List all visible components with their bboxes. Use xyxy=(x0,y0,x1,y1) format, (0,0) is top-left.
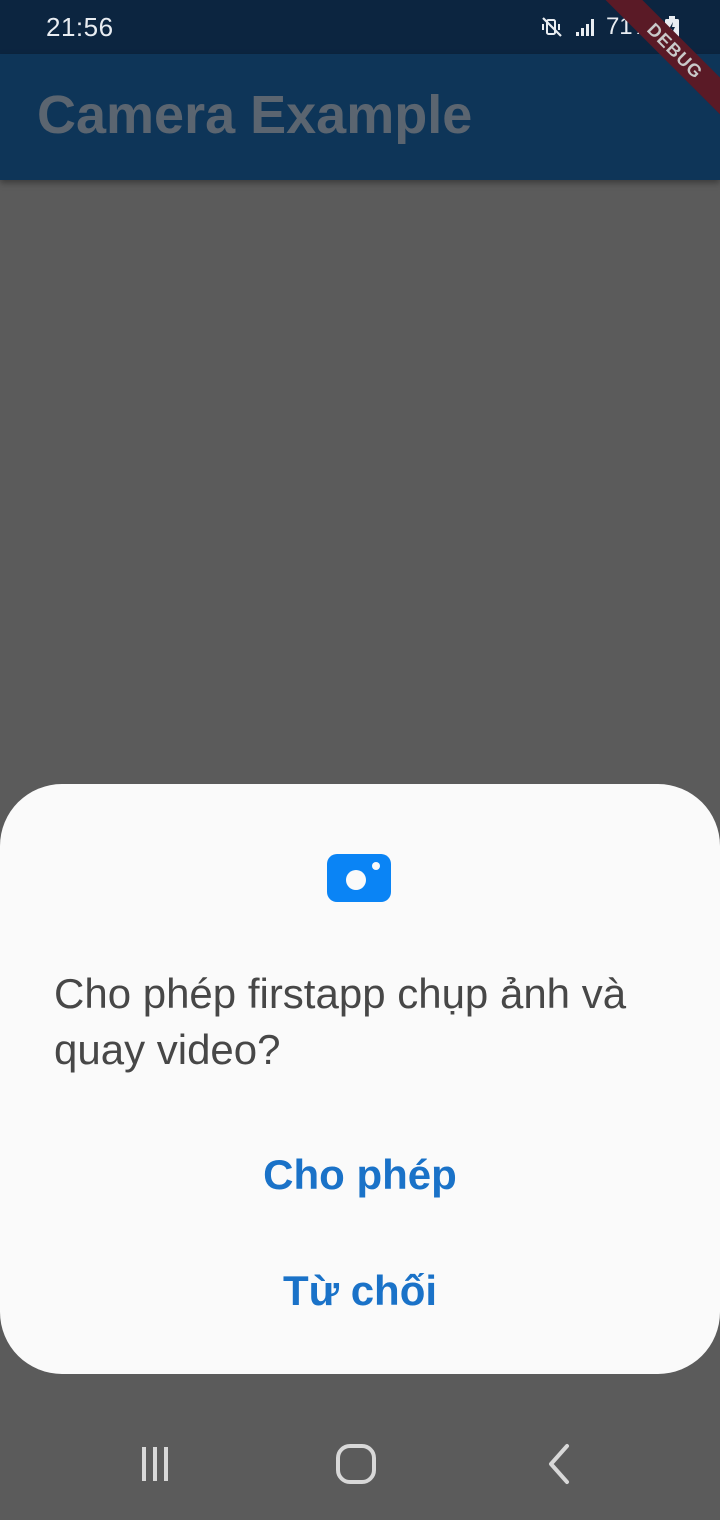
back-button[interactable] xyxy=(528,1440,588,1492)
deny-button[interactable]: Từ chối xyxy=(0,1246,720,1336)
camera-icon xyxy=(327,854,391,902)
recent-apps-button[interactable] xyxy=(125,1440,185,1492)
status-bar: 21:56 71% xyxy=(0,0,720,54)
mute-vibrate-icon xyxy=(540,15,564,39)
allow-button[interactable]: Cho phép xyxy=(0,1130,720,1220)
recent-apps-icon xyxy=(135,1444,175,1489)
dialog-message: Cho phép firstapp chụp ảnh và quay video… xyxy=(54,970,627,1073)
back-icon xyxy=(543,1442,573,1491)
app-bar: Camera Example xyxy=(0,54,720,180)
home-button[interactable] xyxy=(326,1440,386,1492)
navigation-bar xyxy=(0,1410,720,1520)
signal-icon xyxy=(574,16,596,38)
permission-dialog: Cho phép firstapp chụp ảnh và quay video… xyxy=(0,784,720,1374)
status-time: 21:56 xyxy=(46,12,114,42)
app-title: Camera Example xyxy=(37,85,473,145)
home-icon xyxy=(334,1442,378,1491)
